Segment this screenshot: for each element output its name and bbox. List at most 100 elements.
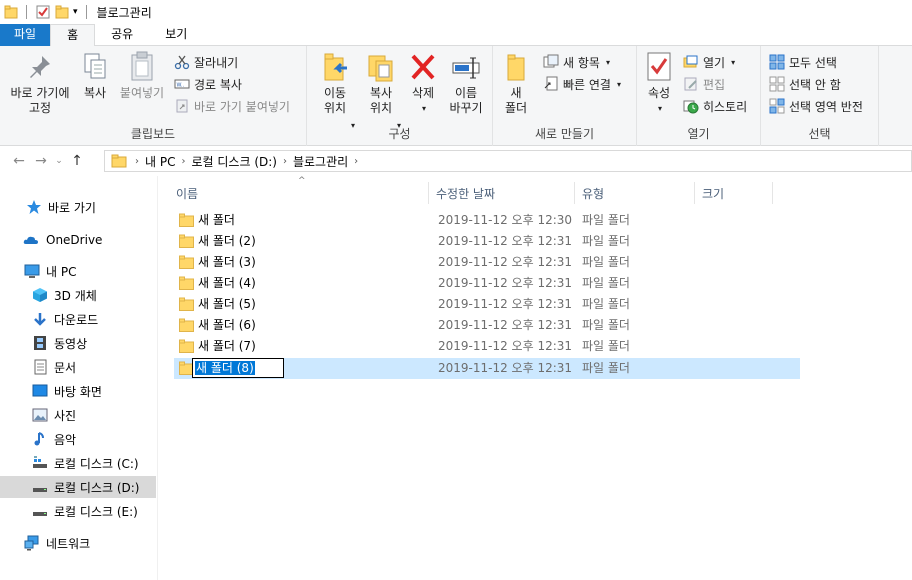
new-folder-icon[interactable] (55, 5, 69, 19)
properties-icon (647, 52, 671, 81)
sidebar-item-label: 동영상 (54, 336, 88, 351)
folder-icon (179, 318, 194, 332)
select-none-label: 선택 안 함 (789, 77, 841, 92)
file-type: 파일 폴더 (582, 234, 630, 248)
download-icon (34, 313, 46, 326)
organize-group: 이동 위치 ▾ 복사 위치 ▾ 삭제 ▾ 이름 바꾸기 구성 (307, 46, 493, 146)
document-icon (34, 359, 47, 375)
copy-button[interactable]: 복사 (78, 50, 112, 101)
easy-access-dropdown-icon: ▾ (616, 79, 621, 89)
move-to-button[interactable]: 이동 위치 ▾ (313, 50, 357, 130)
folder-icon (179, 213, 194, 227)
drive-icon (33, 456, 47, 468)
history-button[interactable]: 히스토리 (683, 96, 747, 116)
move-to-label: 이동 위치 (323, 86, 347, 115)
easy-access-icon (544, 76, 558, 91)
copy-to-label: 복사 위치 (369, 86, 393, 115)
sidebar-item-label: 다운로드 (54, 312, 99, 327)
tab-share[interactable]: 공유 (95, 24, 149, 46)
properties-icon[interactable] (35, 4, 51, 20)
select-all-button[interactable]: 모두 선택 (769, 52, 837, 72)
list-item[interactable]: 새 폴더 (4) 2019-11-12 오후 12:31 파일 폴더 (174, 273, 800, 294)
sidebar-item-label: 사진 (54, 408, 77, 423)
new-item-button[interactable]: 새 항목 ▾ (543, 52, 610, 72)
column-header-size[interactable]: 크기 (696, 182, 772, 204)
column-header-date[interactable]: 수정한 날짜 (430, 182, 574, 204)
delete-dropdown-icon: ▾ (421, 104, 426, 113)
breadcrumb-this-pc[interactable]: 내 PC (145, 153, 175, 170)
delete-icon (411, 54, 435, 80)
sidebar-item-3d-objects[interactable]: 3D 개체 (0, 284, 156, 306)
sidebar-item-documents[interactable]: 문서 (0, 356, 156, 378)
breadcrumb-drive-d[interactable]: 로컬 디스크 (D:) (191, 153, 276, 170)
list-item[interactable]: 새 폴더 (5) 2019-11-12 오후 12:31 파일 폴더 (174, 294, 800, 315)
ribbon-tabs: 파일 홈 공유 보기 (0, 24, 912, 47)
customize-toolbar-icon[interactable]: ▾ (73, 7, 78, 17)
picture-icon (32, 408, 48, 422)
breadcrumb-separator-icon[interactable]: › (135, 156, 139, 167)
file-type: 파일 폴더 (582, 361, 630, 375)
back-arrow-icon[interactable]: ← (8, 153, 30, 169)
breadcrumb-current-folder[interactable]: 블로그관리 (293, 153, 348, 170)
column-header-type[interactable]: 유형 (576, 182, 694, 204)
list-item[interactable]: 새 폴더 (3) 2019-11-12 오후 12:31 파일 폴더 (174, 252, 800, 273)
open-button[interactable]: 열기 ▾ (683, 52, 735, 72)
address-bar[interactable]: › 내 PC › 로컬 디스크 (D:) › 블로그관리 › (104, 150, 912, 172)
column-header-name[interactable]: 이름 (170, 182, 426, 204)
list-item-selected[interactable]: 새 폴더 (8) 2019-11-12 오후 12:31 파일 폴더 (174, 358, 800, 379)
computer-icon (24, 264, 40, 278)
select-none-button[interactable]: 선택 안 함 (769, 74, 841, 94)
drive-icon (33, 488, 47, 492)
navigation-bar: ← → ⌄ ↑ › 내 PC › 로컬 디스크 (D:) › 블로그관리 › (0, 146, 912, 176)
folder-icon (179, 297, 194, 311)
film-icon (34, 336, 46, 350)
edit-button[interactable]: 편집 (683, 74, 725, 94)
paste-button[interactable]: 붙여넣기 (116, 50, 168, 101)
sidebar-item-this-pc[interactable]: 내 PC (0, 260, 156, 282)
sidebar-item-label: 음악 (54, 432, 77, 447)
sidebar-item-pictures[interactable]: 사진 (0, 404, 156, 426)
pin-quick-access-button[interactable]: 바로 가기에 고정 (6, 50, 74, 116)
new-folder-button[interactable]: 새 폴더 (499, 50, 533, 116)
file-date: 2019-11-12 오후 12:30 (438, 213, 573, 227)
cloud-icon (23, 236, 38, 244)
sidebar-item-onedrive[interactable]: OneDrive (0, 229, 156, 251)
invert-selection-icon (769, 98, 785, 114)
copy-to-button[interactable]: 복사 위치 ▾ (359, 50, 403, 130)
sidebar-item-drive-c[interactable]: 로컬 디스크 (C:) (0, 452, 156, 474)
sidebar-item-desktop[interactable]: 바탕 화면 (0, 380, 156, 402)
rename-input[interactable]: 새 폴더 (8) (192, 358, 284, 378)
sidebar-item-music[interactable]: 음악 (0, 428, 156, 450)
easy-access-button[interactable]: 빠른 연결 ▾ (543, 74, 621, 94)
sidebar-item-network[interactable]: 네트워크 (0, 532, 156, 554)
new-item-label: 새 항목 (563, 55, 600, 70)
breadcrumb-separator-icon[interactable]: › (283, 156, 287, 167)
tab-home[interactable]: 홈 (50, 24, 96, 47)
sidebar-item-quick-access[interactable]: 바로 가기 (0, 196, 156, 218)
sidebar-item-downloads[interactable]: 다운로드 (0, 308, 156, 330)
sidebar-item-videos[interactable]: 동영상 (0, 332, 156, 354)
new-group-label: 새로 만들기 (534, 127, 594, 141)
invert-selection-button[interactable]: 선택 영역 반전 (769, 96, 863, 116)
tab-file[interactable]: 파일 (0, 24, 51, 46)
paste-shortcut-button[interactable]: 바로 가기 붙여넣기 (174, 96, 290, 116)
recent-locations-icon[interactable]: ⌄ (52, 156, 66, 166)
properties-button[interactable]: 속성 ▾ (643, 50, 675, 116)
list-item[interactable]: 새 폴더 2019-11-12 오후 12:30 파일 폴더 (174, 210, 800, 231)
list-item[interactable]: 새 폴더 (7) 2019-11-12 오후 12:31 파일 폴더 (174, 336, 800, 357)
delete-button[interactable]: 삭제 ▾ (405, 50, 441, 116)
list-item[interactable]: 새 폴더 (2) 2019-11-12 오후 12:31 파일 폴더 (174, 231, 800, 252)
breadcrumb-separator-icon[interactable]: › (181, 156, 185, 167)
sidebar-item-drive-e[interactable]: 로컬 디스크 (E:) (0, 500, 156, 522)
sidebar-item-drive-d[interactable]: 로컬 디스크 (D:) (0, 476, 156, 498)
rename-selected-text[interactable]: 새 폴더 (8) (195, 361, 255, 375)
rename-button[interactable]: 이름 바꾸기 (443, 50, 489, 116)
breadcrumb-separator-icon[interactable]: › (354, 156, 358, 167)
copy-path-button[interactable]: W.. 경로 복사 (174, 74, 242, 94)
paste-icon (131, 51, 153, 81)
tab-view[interactable]: 보기 (149, 24, 203, 46)
list-item[interactable]: 새 폴더 (6) 2019-11-12 오후 12:31 파일 폴더 (174, 315, 800, 336)
forward-arrow-icon[interactable]: → (30, 153, 52, 169)
cut-button[interactable]: 잘라내기 (174, 52, 238, 72)
up-arrow-icon[interactable]: ↑ (66, 153, 88, 169)
